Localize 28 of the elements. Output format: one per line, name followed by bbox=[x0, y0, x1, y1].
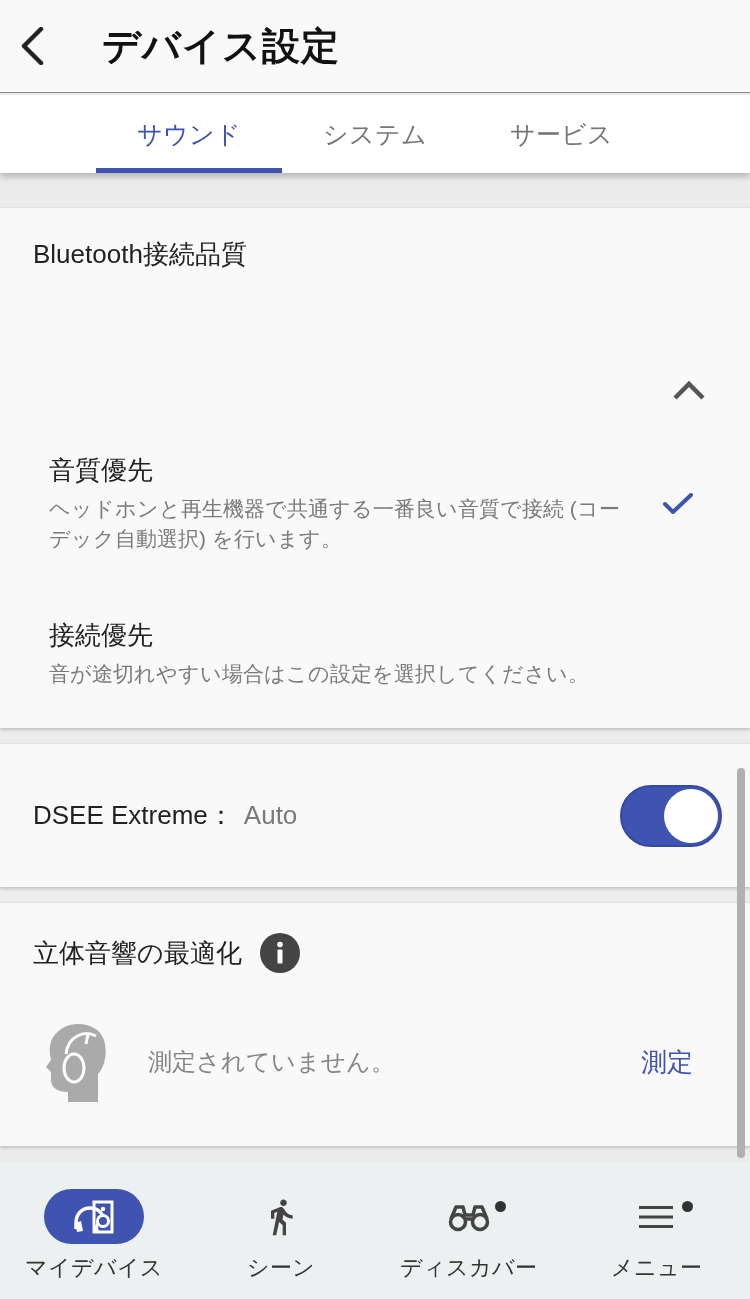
option-title: 接続優先 bbox=[49, 619, 154, 651]
info-icon[interactable] bbox=[260, 933, 300, 973]
section-title: Bluetooth接続品質 bbox=[33, 238, 247, 270]
section-title: 立体音響の最適化 bbox=[33, 937, 242, 969]
page-title: デバイス設定 bbox=[102, 23, 340, 69]
setting-value: Auto bbox=[243, 800, 298, 831]
tab[interactable]: システム bbox=[282, 95, 468, 173]
nav-item[interactable]: シーン bbox=[187, 1162, 375, 1299]
option-item[interactable]: 音質優先 ヘッドホンと再生機器で共通する一番良い音質で接続 (コーデック自動選択) を行います。 bbox=[0, 434, 750, 574]
check-icon bbox=[663, 493, 693, 515]
option-item[interactable]: 接続優先 音が途切れやすい場合はこの設定を選択してください。 bbox=[0, 599, 750, 709]
nav-item[interactable]: ディスカバー bbox=[375, 1162, 563, 1299]
menu-icon bbox=[639, 1204, 674, 1229]
status-text: 測定されていません。 bbox=[148, 1047, 396, 1077]
option-description: ヘッドホンと再生機器で共通する一番良い音質で接続 (コーデック自動選択) を行います。 bbox=[49, 496, 621, 552]
nav-item[interactable]: メニュー bbox=[562, 1162, 750, 1299]
back-icon bbox=[19, 27, 45, 65]
chevron-up-icon[interactable] bbox=[672, 380, 706, 400]
tab[interactable]: サウンド bbox=[96, 95, 282, 173]
option-description: 音が途切れやすい場合はこの設定を選択してください。 bbox=[49, 661, 590, 687]
measure-link[interactable]: 測定 bbox=[641, 1044, 693, 1080]
setting-label: DSEE Extreme： bbox=[33, 799, 234, 832]
option-title: 音質優先 bbox=[49, 454, 154, 486]
scrollbar[interactable] bbox=[737, 768, 745, 1158]
tab[interactable]: サービス bbox=[468, 95, 654, 173]
headphones-speaker-icon bbox=[72, 1198, 115, 1235]
head-headphones-icon bbox=[44, 1022, 107, 1102]
nav-item[interactable]: マイデバイス bbox=[0, 1162, 188, 1299]
